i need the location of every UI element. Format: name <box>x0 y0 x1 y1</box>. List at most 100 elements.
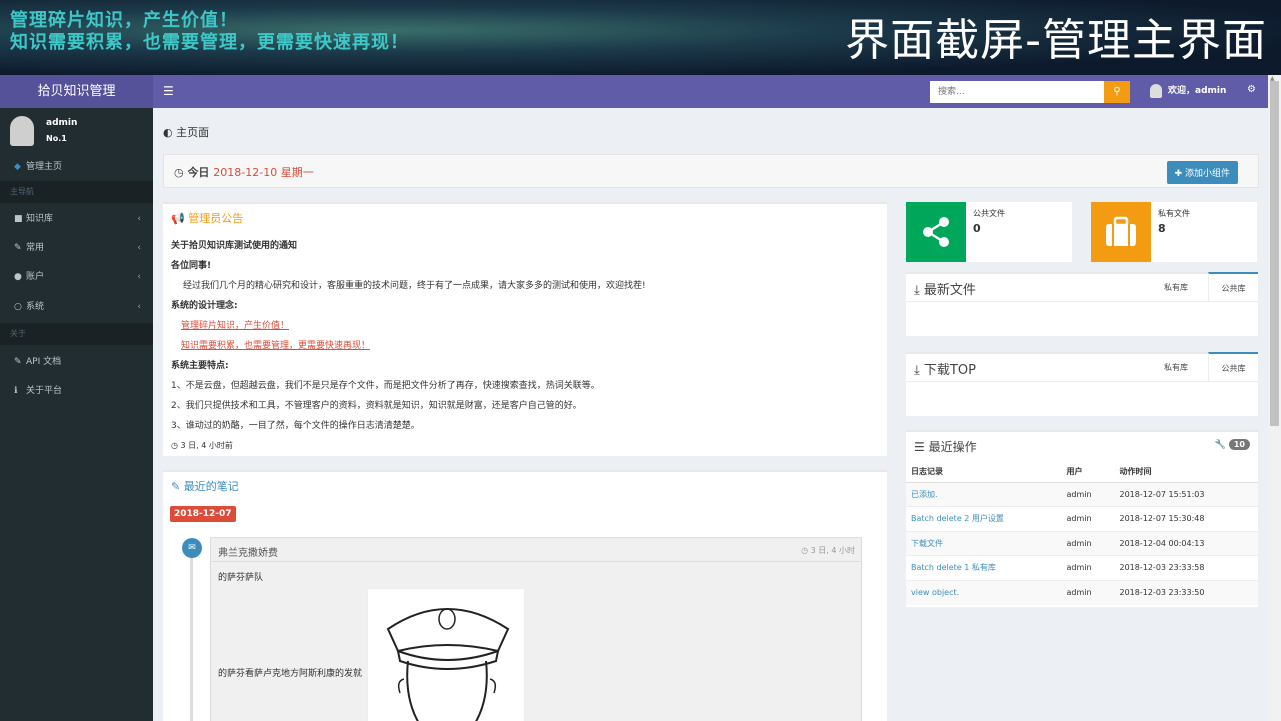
scrollbar-thumb[interactable] <box>1270 81 1279 426</box>
features-title: 系统主要特点: <box>171 361 229 371</box>
log-link[interactable]: view object. <box>906 579 1062 605</box>
log-time: 2018-12-07 15:51:03 <box>1114 481 1258 507</box>
public-files-label: 公共文件 <box>973 209 1005 218</box>
tab-public[interactable]: 公共库 <box>1208 352 1258 381</box>
recent-ops-tools: 🔧 10 <box>1215 439 1250 450</box>
table-row: 已添加. admin 2018-12-07 15:51:03 <box>906 481 1258 507</box>
notice-title-text: 管理员公告 <box>188 212 244 225</box>
table-row: Batch delete 2 用户设置 admin 2018-12-07 15:… <box>906 506 1258 531</box>
private-files-stat[interactable]: 私有文件 8 <box>1091 202 1257 262</box>
sidebar-item-system[interactable]: ○ 系统 ‹ <box>0 294 153 320</box>
latest-files-title-text: 最新文件 <box>923 283 976 298</box>
log-time: 2018-12-03 23:33:50 <box>1114 579 1258 605</box>
bullhorn-icon: 📢 <box>171 212 189 225</box>
user-icon: ● <box>14 272 22 282</box>
download-top-box: ⤓ 下载TOP 私有库 公共库 <box>906 352 1258 416</box>
today-panel: ◷ 今日 2018-12-10 星期一 ✚ 添加小组件 <box>163 154 1259 188</box>
hamburger-icon[interactable]: ☰ <box>163 84 174 98</box>
main-content: ◐ 主页面 ◷ 今日 2018-12-10 星期一 ✚ 添加小组件 📢 管理员公… <box>153 108 1268 721</box>
list-icon: ☰ <box>914 440 929 454</box>
log-link[interactable]: Batch delete 2 用户设置 <box>906 506 1062 531</box>
column-header: 用户 <box>1061 462 1115 483</box>
feature-3: 3、谁动过的奶酪，一目了然，每个文件的操作日志清清楚楚。 <box>171 421 420 431</box>
notes-box: ✎ 最近的笔记 2018-12-07 ✉ 弗兰克撒娇费 ◷ 3 日, 4 小时 … <box>163 470 887 721</box>
note-time: 3 日, 4 小时 <box>810 546 855 555</box>
avatar <box>10 116 34 146</box>
welcome-text: 欢迎，admin <box>1168 86 1227 96</box>
concept-title: 系统的设计理念: <box>171 301 238 311</box>
count-badge: 10 <box>1228 439 1250 450</box>
date-tag: 2018-12-07 <box>170 506 236 522</box>
sidebar-item-label: 管理主页 <box>26 162 63 172</box>
table-row: view object. admin 2018-12-03 23:33:50 <box>906 579 1258 605</box>
edit-icon: ✎ <box>171 480 184 493</box>
cogs-icon[interactable]: ⚙ <box>1247 84 1256 95</box>
info-icon: ℹ <box>14 386 18 396</box>
police-cap-sketch-icon <box>386 608 510 721</box>
download-icon: ⤓ <box>914 283 924 298</box>
download-top-title-text: 下载TOP <box>923 363 976 378</box>
log-link[interactable]: 下载文件 <box>906 530 1062 556</box>
divider <box>906 301 1258 302</box>
sidebar-item-knowledge[interactable]: ■ 知识库 ‹ <box>0 206 153 232</box>
tab-public[interactable]: 公共库 <box>1208 272 1258 301</box>
tab-private[interactable]: 私有库 <box>1164 282 1188 293</box>
dashboard-icon: ◆ <box>14 162 21 172</box>
timeline-line <box>190 540 193 721</box>
user-panel: admin No.1 <box>0 108 153 154</box>
note-time-row: ◷ 3 日, 4 小时 <box>801 545 855 556</box>
notice-title: 📢 管理员公告 <box>171 210 243 226</box>
log-link[interactable]: Batch delete 1 私有库 <box>906 555 1062 580</box>
column-header: 日志记录 <box>906 462 1062 483</box>
page-scrollbar[interactable]: ▲ <box>1268 75 1281 721</box>
sidebar-item-label: 常用 <box>26 243 45 253</box>
sidebar-item-account[interactable]: ● 账户 ‹ <box>0 264 153 290</box>
log-link[interactable]: 已添加. <box>906 481 1062 507</box>
notice-time: 3 日, 4 小时前 <box>180 441 233 450</box>
app-logo[interactable]: 拾贝知识管理 <box>0 75 153 108</box>
search-icon[interactable]: ⚲ <box>1104 81 1130 103</box>
notice-paragraph: 经过我们几个月的精心研究和设计，客服重重的技术问题，终于有了一点成果，请大家多多… <box>183 281 646 291</box>
note-image <box>367 588 525 721</box>
chevron-left-icon: ‹ <box>137 214 141 224</box>
sidebar-item-label: 知识库 <box>26 214 54 224</box>
sidebar-header-main: 主导航 <box>0 181 153 203</box>
concept-2: 知识需要积累，也需要管理，更需要快速再现！ <box>181 341 371 351</box>
table-row: 下载文件 admin 2018-12-04 00:04:13 <box>906 530 1258 556</box>
banner-caption: 界面截屏-管理主界面 <box>845 15 1267 66</box>
timeline-item-header: 弗兰克撒娇费 ◷ 3 日, 4 小时 <box>211 538 861 562</box>
private-files-label: 私有文件 <box>1158 209 1190 218</box>
recent-ops-title: ☰ 最近操作 <box>914 438 977 455</box>
notes-title-text: 最近的笔记 <box>183 480 239 493</box>
sidebar-item-home[interactable]: ◆ 管理主页 <box>0 154 153 180</box>
page-title: 主页面 <box>176 126 210 139</box>
chevron-left-icon: ‹ <box>137 302 141 312</box>
wrench-icon: ✎ <box>14 357 22 367</box>
notice-body: 关于拾贝知识库测试使用的通知 各位同事! 经过我们几个月的精心研究和设计，客服重… <box>171 236 871 456</box>
timeline-item[interactable]: 弗兰克撒娇费 ◷ 3 日, 4 小时 的萨芬萨队 的萨芬看萨卢克地方阿斯利康的发… <box>210 537 862 721</box>
sidebar-item-api-docs[interactable]: ✎ API 文档 <box>0 349 153 375</box>
sidebar-item-common[interactable]: ✎ 常用 ‹ <box>0 235 153 261</box>
sidebar-item-label: 关于平台 <box>26 386 63 396</box>
top-navbar: 拾贝知识管理 ☰ ⚲ 欢迎，admin ⚙ <box>0 75 1268 108</box>
clock-icon: ◷ <box>174 166 188 179</box>
banner: 管理碎片知识，产生价值！ 知识需要积累，也需要管理，更需要快速再现！ 界面截屏-… <box>0 0 1281 75</box>
log-time: 2018-12-03 23:33:58 <box>1114 555 1258 580</box>
log-time: 2018-12-04 00:04:13 <box>1114 530 1258 556</box>
notice-greeting: 各位同事! <box>171 261 212 271</box>
public-files-stat[interactable]: 公共文件 0 <box>906 202 1072 262</box>
note-line-1: 的萨芬萨队 <box>218 573 264 583</box>
search-input[interactable] <box>930 81 1104 103</box>
note-title[interactable]: 弗兰克撒娇费 <box>218 544 278 559</box>
tab-private[interactable]: 私有库 <box>1164 362 1188 373</box>
add-widget-label: 添加小组件 <box>1184 169 1230 179</box>
chevron-left-icon: ‹ <box>137 243 141 253</box>
sidebar-item-about[interactable]: ℹ 关于平台 <box>0 378 153 404</box>
wrench-icon[interactable]: 🔧 <box>1215 440 1229 450</box>
recent-ops-title-text: 最近操作 <box>928 440 977 454</box>
sidebar-item-label: 系统 <box>26 302 45 312</box>
today-date: 2018-12-10 星期一 <box>213 166 314 179</box>
add-widget-button[interactable]: ✚ 添加小组件 <box>1166 161 1238 184</box>
user-menu[interactable]: 欢迎，admin <box>1150 83 1226 98</box>
notice-box: 📢 管理员公告 关于拾贝知识库测试使用的通知 各位同事! 经过我们几个月的精心研… <box>163 202 887 456</box>
